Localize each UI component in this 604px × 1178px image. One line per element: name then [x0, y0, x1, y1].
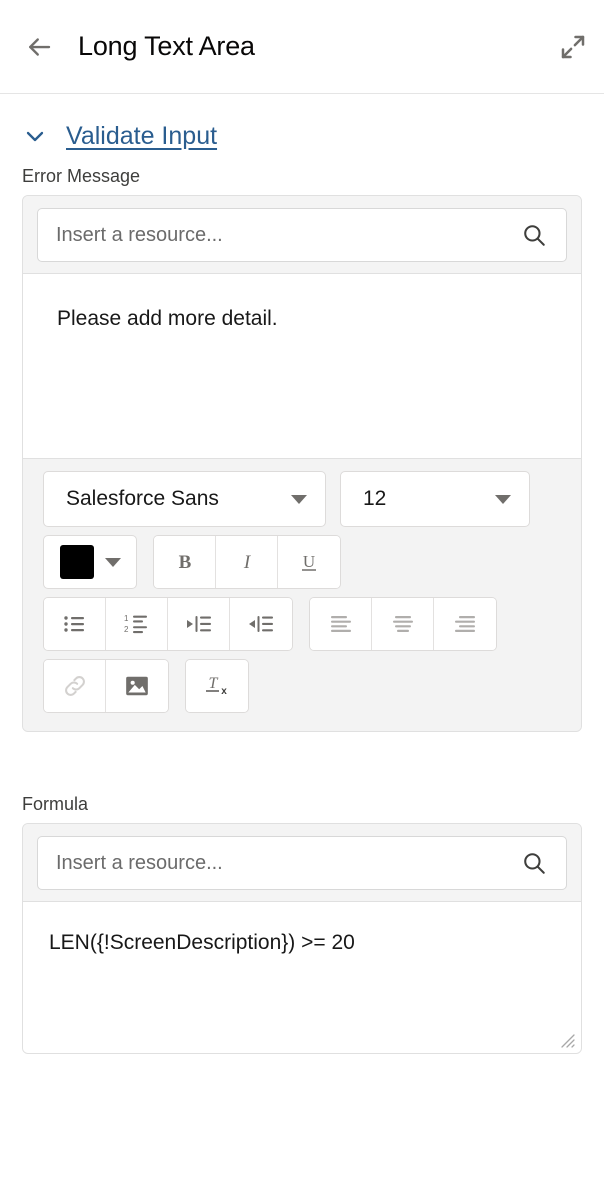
italic-button[interactable]: I — [216, 536, 278, 588]
svg-text:x: x — [221, 686, 227, 697]
formula-resource-input[interactable]: Insert a resource... — [37, 836, 567, 890]
toolbar-row-insert: T x — [43, 659, 561, 713]
svg-text:T: T — [209, 675, 219, 692]
font-size-value: 12 — [363, 487, 387, 510]
toolbar-row-font: Salesforce Sans 12 — [43, 471, 561, 527]
text-style-group: B I U — [153, 535, 341, 589]
back-arrow-icon[interactable] — [22, 30, 56, 64]
svg-text:B: B — [178, 552, 191, 573]
chevron-down-icon — [271, 492, 309, 506]
link-button[interactable] — [44, 660, 106, 712]
error-message-resource-input[interactable]: Insert a resource... — [37, 208, 567, 262]
svg-text:U: U — [303, 552, 315, 571]
panel-header: Long Text Area — [0, 0, 604, 94]
svg-text:2: 2 — [124, 625, 129, 634]
formula-field: Insert a resource... LEN({!ScreenDescrip… — [22, 823, 582, 1054]
long-text-area-panel: Long Text Area Validate Input Error Mess… — [0, 0, 604, 1178]
validate-input-link[interactable]: Validate Input — [66, 122, 217, 151]
chevron-down-icon — [104, 556, 122, 568]
formula-label: Formula — [22, 794, 89, 814]
error-message-body-text: Please add more detail. — [57, 307, 278, 330]
resource-placeholder-text: Insert a resource... — [56, 223, 223, 246]
chevron-down-icon[interactable] — [22, 123, 48, 149]
font-family-value: Salesforce Sans — [66, 487, 219, 510]
resize-grip-icon[interactable] — [557, 1030, 577, 1050]
font-size-select[interactable]: 12 — [340, 471, 530, 527]
error-message-rich-text: Insert a resource... Please add more det… — [22, 195, 582, 732]
outdent-button[interactable] — [230, 598, 292, 650]
error-message-editor[interactable]: Please add more detail. — [23, 273, 581, 459]
chevron-down-icon — [475, 492, 513, 506]
rich-text-toolbar: Salesforce Sans 12 B I U 1 2 T x — [23, 459, 581, 731]
bulleted-list-button[interactable] — [44, 598, 106, 650]
align-left-button[interactable] — [310, 598, 372, 650]
validate-input-section-header[interactable]: Validate Input — [0, 94, 604, 156]
toolbar-row-lists: 1 2 — [43, 597, 561, 651]
formula-resource-row: Insert a resource... — [23, 824, 581, 901]
toolbar-row-style: B I U — [43, 535, 561, 589]
expand-diagonal-icon[interactable] — [556, 30, 590, 64]
text-color-picker[interactable] — [43, 535, 137, 589]
alignment-group — [309, 597, 497, 651]
align-right-button[interactable] — [434, 598, 496, 650]
formula-expression: LEN({!ScreenDescription}) >= 20 — [49, 931, 355, 954]
search-icon[interactable] — [520, 849, 548, 877]
underline-button[interactable]: U — [278, 536, 340, 588]
numbered-list-button[interactable]: 1 2 — [106, 598, 168, 650]
list-indent-group: 1 2 — [43, 597, 293, 651]
align-center-button[interactable] — [372, 598, 434, 650]
error-message-resource-row: Insert a resource... — [23, 196, 581, 273]
resource-placeholder-text: Insert a resource... — [56, 851, 223, 874]
font-family-select[interactable]: Salesforce Sans — [43, 471, 326, 527]
page-title: Long Text Area — [78, 31, 255, 61]
color-swatch — [60, 545, 94, 579]
svg-text:1: 1 — [124, 614, 129, 623]
formula-editor[interactable]: LEN({!ScreenDescription}) >= 20 — [23, 901, 581, 1053]
remove-formatting-button[interactable]: T x — [186, 660, 248, 712]
image-button[interactable] — [106, 660, 168, 712]
remove-formatting-group: T x — [185, 659, 249, 713]
insert-group — [43, 659, 169, 713]
indent-button[interactable] — [168, 598, 230, 650]
bold-button[interactable]: B — [154, 536, 216, 588]
svg-text:I: I — [242, 552, 251, 573]
search-icon[interactable] — [520, 221, 548, 249]
error-message-label: Error Message — [22, 166, 141, 186]
